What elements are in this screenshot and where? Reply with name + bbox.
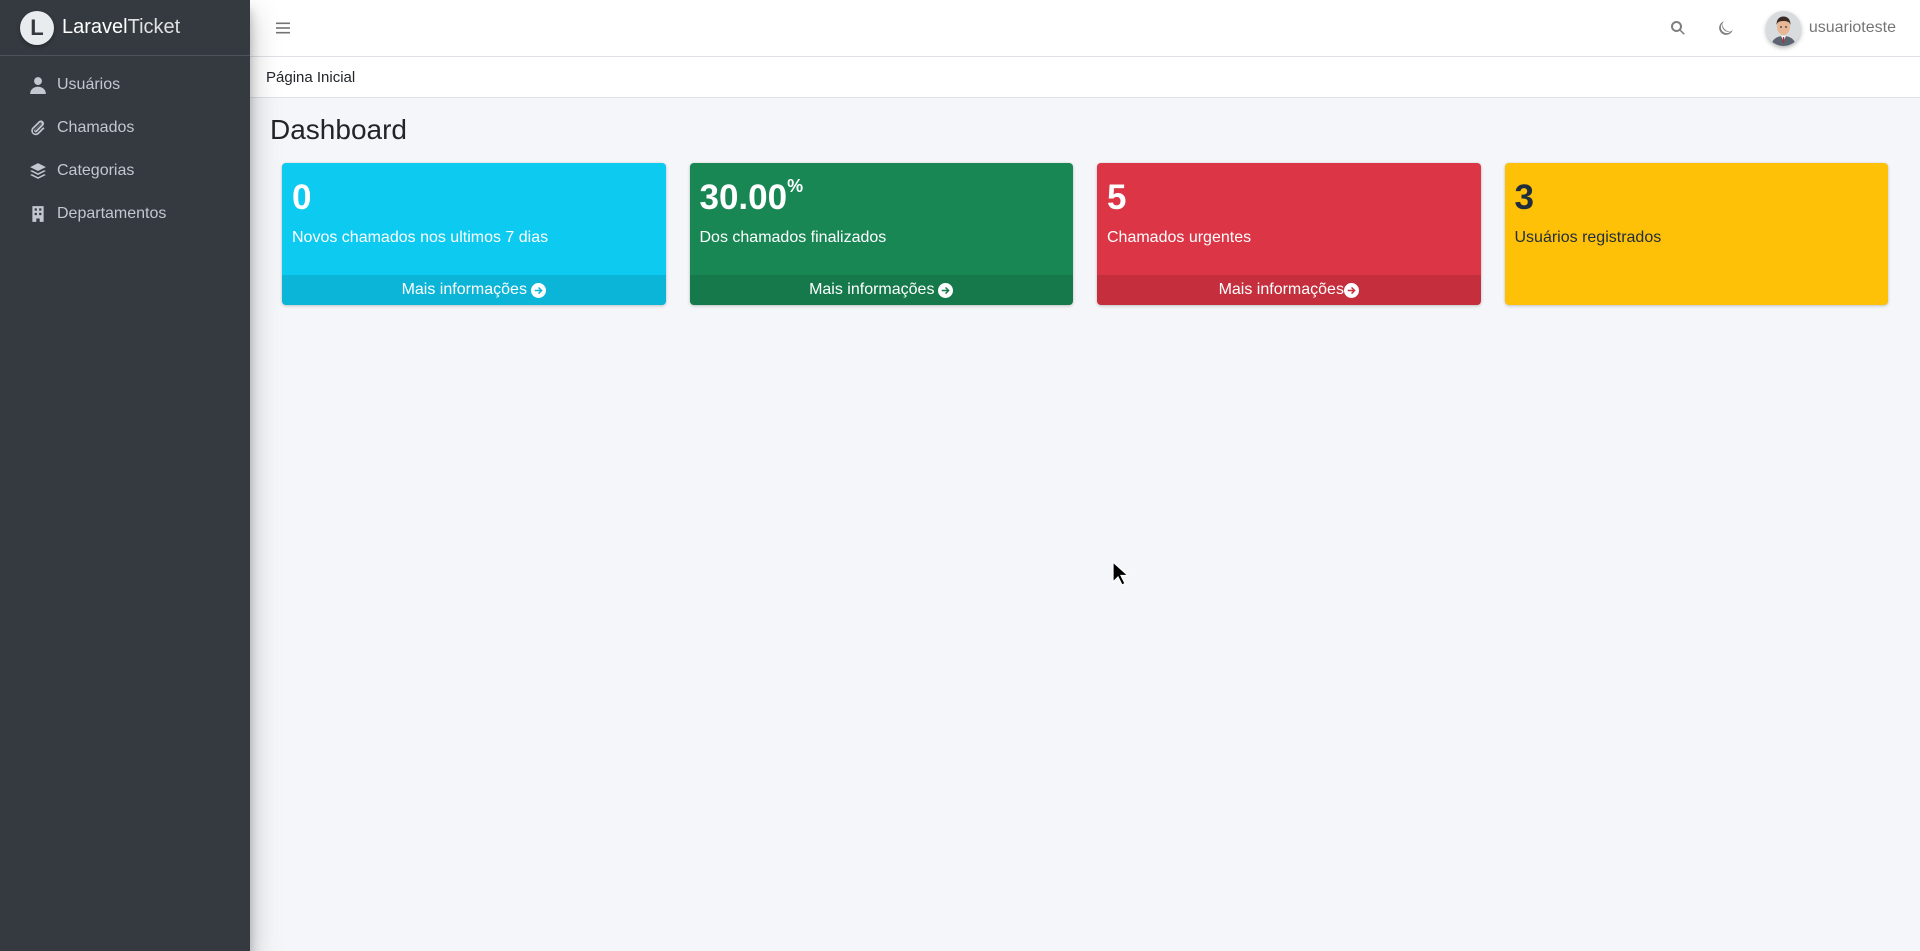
hamburger-icon[interactable] <box>273 18 293 38</box>
brand-link[interactable]: L LaravelTicket <box>0 0 250 56</box>
sidebar-item-label: Usuários <box>57 75 121 93</box>
more-info-label: Mais informações <box>809 281 935 298</box>
stat-card-registered-users: 3 Usuários registrados <box>1504 163 1888 305</box>
sidebar-item-label: Categorias <box>57 161 135 179</box>
stat-value: 5 <box>1107 178 1127 217</box>
breadcrumb-bar: Página Inicial <box>250 57 1920 98</box>
stat-description: Novos chamados nos ultimos 7 dias <box>292 229 549 246</box>
navbar-right: usuarioteste <box>1654 0 1920 56</box>
sidebar-item-usuarios[interactable]: Usuários <box>0 63 250 106</box>
sidebar-item-chamados[interactable]: Chamados <box>0 106 250 149</box>
brand-name-light: Ticket <box>127 16 181 38</box>
stat-description: Chamados urgentes <box>1107 229 1252 246</box>
more-info-link[interactable]: Mais informações <box>689 275 1073 305</box>
arrow-circle-right-icon <box>938 282 954 298</box>
user-name: usuarioteste <box>1808 19 1896 36</box>
stat-value: 30.00% <box>699 176 804 217</box>
sidebar-item-label: Chamados <box>57 118 135 136</box>
search-icon[interactable] <box>1654 0 1702 56</box>
sidebar-item-categorias[interactable]: Categorias <box>0 149 250 192</box>
user-icon <box>28 75 48 95</box>
sidebar-item-departamentos[interactable]: Departamentos <box>0 192 250 235</box>
user-menu[interactable]: usuarioteste <box>1750 10 1920 46</box>
avatar <box>1765 10 1801 46</box>
more-info-link[interactable]: Mais informações <box>282 275 666 305</box>
mouse-cursor-icon <box>1112 561 1130 586</box>
arrow-circle-right-icon <box>530 282 546 298</box>
stat-value: 0 <box>292 178 312 217</box>
stat-card-new-tickets: 0 Novos chamados nos ultimos 7 dias Mais… <box>282 163 666 305</box>
sidebar-nav: Usuários Chamados Categorias Departament… <box>0 56 250 235</box>
layers-icon <box>28 161 48 181</box>
stat-card-urgent-tickets: 5 Chamados urgentes Mais informações <box>1097 163 1481 305</box>
more-info-link[interactable]: Mais informações <box>1097 275 1481 305</box>
stat-value: 3 <box>1514 178 1534 217</box>
top-navbar: usuarioteste <box>250 0 1920 57</box>
building-icon <box>28 204 48 224</box>
stat-cards: 0 Novos chamados nos ultimos 7 dias Mais… <box>282 163 1888 305</box>
sidebar: L LaravelTicket Usuários Chamados Catego… <box>0 0 250 951</box>
moon-icon[interactable] <box>1702 0 1750 56</box>
brand-logo: L <box>20 10 54 45</box>
paperclip-icon <box>28 118 48 138</box>
stat-description: Usuários registrados <box>1514 229 1662 246</box>
arrow-circle-right-icon <box>1343 282 1359 298</box>
more-info-label: Mais informações <box>1218 281 1344 298</box>
brand-name: LaravelTicket <box>62 16 180 39</box>
brand-name-bold: Laravel <box>62 16 128 38</box>
more-info-label: Mais informações <box>401 281 527 298</box>
stat-description: Dos chamados finalizados <box>699 229 887 246</box>
page-title: Dashboard <box>270 114 407 145</box>
sidebar-item-label: Departamentos <box>57 204 167 222</box>
breadcrumb[interactable]: Página Inicial <box>266 69 355 86</box>
stat-card-finished-tickets: 30.00% Dos chamados finalizados Mais inf… <box>689 163 1073 305</box>
